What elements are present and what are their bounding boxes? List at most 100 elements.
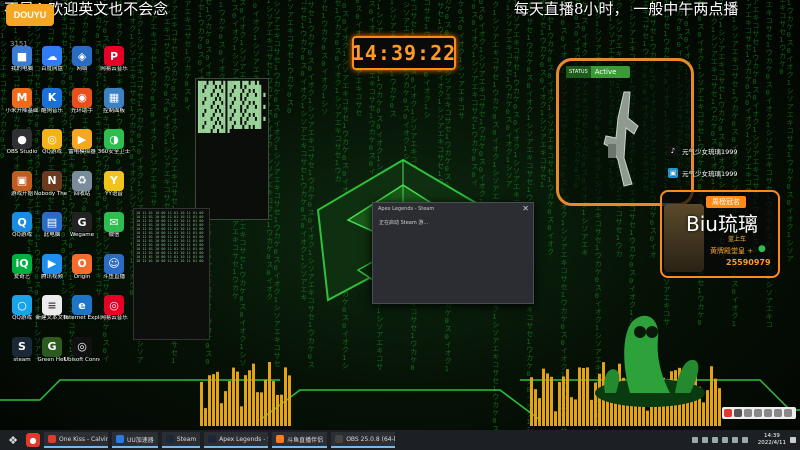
qq-icon: Q [12,212,32,232]
desktop-icon[interactable]: ✉ 微信 [96,212,132,239]
360-icon: ◑ [104,129,124,149]
app-icon [208,435,217,443]
social-account-name: 元气少女琉璃1999 [682,148,738,156]
tray-icon[interactable] [711,437,718,443]
visualizer-bar [220,403,223,426]
visualizer-bar [284,367,287,426]
ime-punct-icon[interactable] [754,409,762,417]
start-button[interactable]: ❖ [6,433,20,447]
wechat-desktop-icon: ✉ [104,212,124,232]
close-icon[interactable]: ✕ [522,204,529,213]
ime-mic-icon[interactable] [764,409,772,417]
desktop-icon-label: 控制面板 [102,107,125,114]
origin-icon: O [72,253,92,274]
visualizer-bar [276,394,279,426]
tray-icon[interactable] [691,437,698,443]
desktop-icon[interactable]: G Wegame [64,212,100,239]
desktop-icon-label: 雷电模拟器 [68,149,96,155]
taskbar-app-button[interactable]: Steam [161,432,201,448]
douyu-logo: DOUYU [6,4,54,26]
matrix-rain-column: キコサセ1ウカケ0ス0イオク1シソアエキコサセ1ウカケ0ス0イオク1シソア [786,0,794,263]
desktop-icon[interactable]: ◈ 网络 [64,46,100,73]
fans-card-label: 黄牌殿堂皇 + [710,247,754,255]
desktop-icon[interactable]: ☺ 斗鱼直播 [96,253,132,281]
matrix-rain-column: サセ1ウカケ0ス0イオク1シソアエキコサ [458,0,465,120]
desktop-background[interactable]: 0イオク1シソアエキコサセ1ウカケ0ス0カケ0ス0イオク1シソアエキコサセ1ウカ… [0,0,800,430]
console-window[interactable]: ████ ██ ███ █ ██████ ███ ██ █ ███ ████ █… [195,78,269,220]
visualizer-bar [232,367,235,426]
network-icon[interactable] [731,437,738,443]
desktop-icon[interactable]: ▶ 雷电模拟器 [64,129,100,156]
desktop-icon[interactable]: Y YY语音 [96,170,132,198]
taskbar-clock[interactable]: 14:39 2022/4/11 [758,433,786,447]
notification-icon[interactable] [790,437,796,443]
bilibili-icon: ▣ [668,168,678,178]
taskbar-app-button[interactable]: Apex Legends - S... [204,432,269,448]
visualizer-bar [646,410,649,426]
steam-launch-dialog[interactable]: Apex Legends - Steam ✕ 正在启动 Steam 游... [372,202,534,304]
desktop-icon[interactable]: eInternet Explorer [64,295,100,322]
desktop-icon-label: 光环助手 [70,107,93,114]
textdoc-icon: ≡ [42,295,62,315]
taskbar-app-button[interactable]: One Kiss - Calvin ... [44,432,108,448]
qqgame-icon: ○ [12,295,32,315]
desktop-icon[interactable]: ◎Ubisoft Connect [64,336,100,364]
visualizer-bar [228,381,231,426]
matrix-rain-column: コサセ1ウカケ0ス0イオク1シソアエキコサセ1ウカケ0ス0イオク1シソアエキコサ… [731,0,739,328]
desktop-icon[interactable]: ◑ 360安全卫士 [96,129,132,156]
recycle-icon: ♻ [72,170,92,191]
iqiyi-icon: iQ [12,253,32,274]
visualizer-bar [582,368,585,426]
desktop-icon-label: 网易云音乐 [100,315,128,321]
visualizer-bar [288,375,291,426]
taskbar-app-button[interactable]: OBS 25.0.8 (64-bit... [331,432,396,448]
netease-icon: ◎ [104,295,124,315]
tray-icon[interactable] [721,437,728,443]
fans-card-subtitle: 蓝上车 [728,236,747,243]
obs-icon: ● [12,129,32,149]
visualizer-bar [244,375,247,426]
desktop-icon[interactable]: P 网易云音乐 [96,46,132,73]
taskbar-app-button[interactable]: 斗鱼直播伴侣 [272,432,328,448]
visualizer-bar [208,375,211,426]
terminal-window[interactable]: 10 11 01 10 00 11 01 10 11 01 00 10 11 0… [133,208,210,340]
visualizer-bar [566,369,569,426]
app-icon [116,435,124,443]
taskbar-app-button[interactable]: UU加速器 [112,432,158,448]
social-account-name: 元气少女琉璃1999 [682,170,738,178]
ime-logo-icon[interactable] [724,409,732,417]
computer-icon: ■ [12,46,32,66]
visualizer-bar [240,406,243,426]
input-method-toolbar[interactable] [722,407,796,419]
fans-group-number: 25590979 [726,258,771,267]
kugou-icon: K [42,87,62,108]
taskbar-date: 2022/4/11 [757,440,786,446]
stream-overlay-clock: 14:39:22 [352,36,456,70]
app-icon [276,435,285,443]
tray-icon[interactable] [701,437,708,443]
visualizer-bar [260,392,263,426]
visualizer-bar [212,374,215,426]
dialog-message: 正在启动 Steam 游... [379,220,429,226]
ime-menu-icon[interactable] [784,409,792,417]
app-icon [48,435,56,443]
volume-icon[interactable] [741,437,748,443]
ime-moon-icon[interactable] [744,409,752,417]
search-icon[interactable]: ● [26,433,40,447]
taskbar: ❖ ● One Kiss - Calvin ... UU加速器 Steam Apex … [0,430,800,450]
app-icon [335,435,344,443]
desktop-icon-label: YY语音 [105,190,123,197]
visualizer-bar [216,371,219,426]
desktop-icon[interactable]: ◉ 光环助手 [64,87,100,115]
visualizer-bar [224,391,227,426]
system-tray: 14:39 2022/4/11 [691,430,796,450]
desktop-icon[interactable]: O Origin [64,253,100,281]
desktop-icon[interactable]: ▦ 控制面板 [96,87,132,115]
taskbar-app-label: One Kiss - Calvin ... [59,435,108,443]
ime-mode-icon[interactable] [734,409,742,417]
desktop-icon[interactable]: ♻ 回收站 [64,170,100,198]
desktop-icon[interactable]: ◎ 网易云音乐 [96,295,132,322]
social-account-row: ♪ 元气少女琉璃1999 [668,146,738,156]
ime-keyboard-icon[interactable] [774,409,782,417]
baidu-icon: ☁ [42,46,62,66]
